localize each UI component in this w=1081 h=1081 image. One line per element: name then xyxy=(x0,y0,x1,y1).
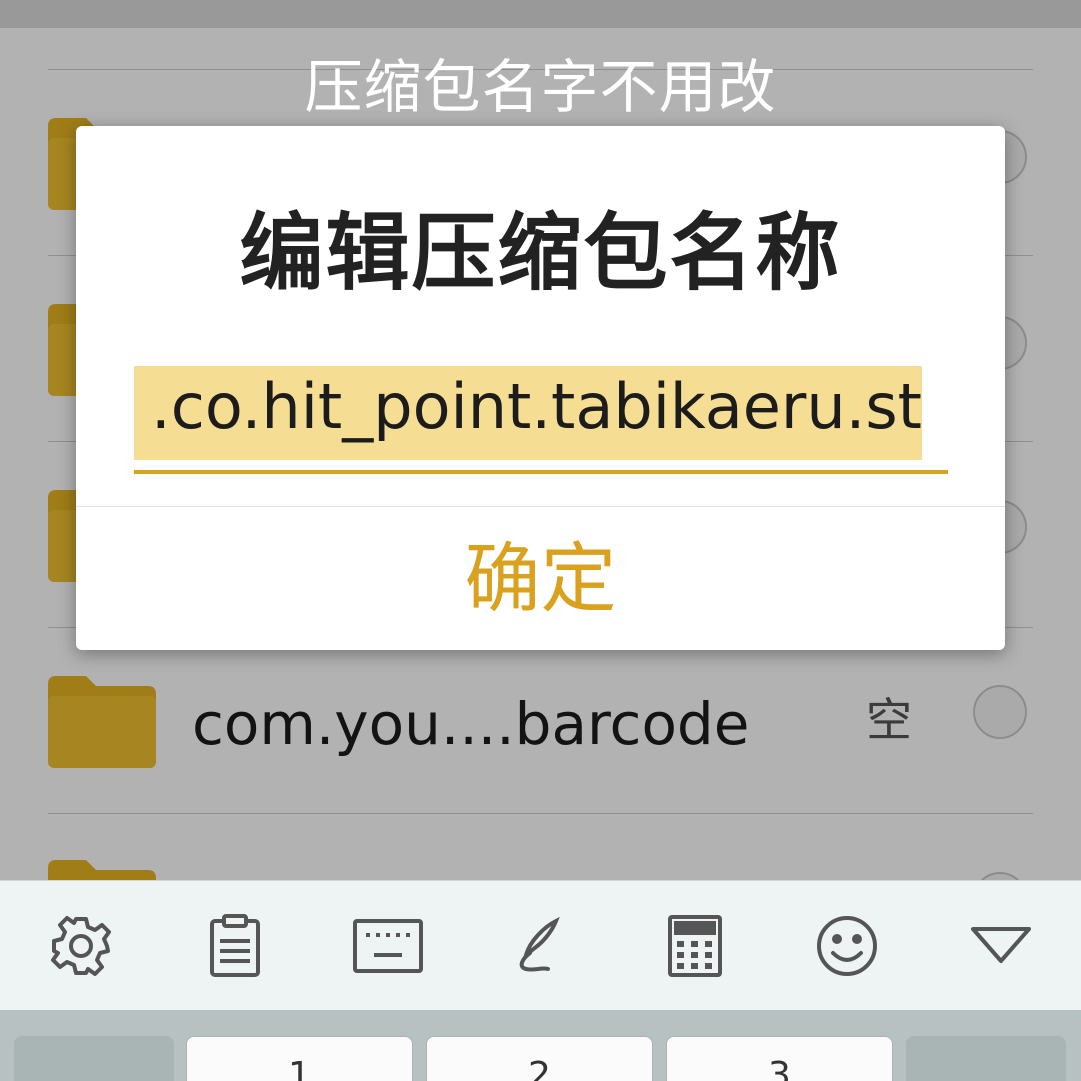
text-selection: .co.hit_point.tabikaeru.st xyxy=(134,366,922,460)
archive-name-input[interactable]: .co.hit_point.tabikaeru.st xyxy=(134,366,948,474)
archive-name-value: .co.hit_point.tabikaeru.st xyxy=(151,370,922,443)
calculator-icon[interactable] xyxy=(662,913,728,979)
keyboard-keys: 1 2 3 xyxy=(0,1010,1081,1081)
key-function[interactable] xyxy=(14,1036,174,1081)
rename-dialog: 编辑压缩包名称 .co.hit_point.tabikaeru.st 确定 xyxy=(76,126,1005,650)
handwriting-icon[interactable] xyxy=(508,913,574,979)
confirm-button[interactable]: 确定 xyxy=(76,507,1005,650)
emoji-icon[interactable] xyxy=(814,913,880,979)
key-2[interactable]: 2 xyxy=(426,1036,653,1081)
gear-icon[interactable] xyxy=(48,913,114,979)
clipboard-icon[interactable] xyxy=(202,913,268,979)
dialog-title: 编辑压缩包名称 xyxy=(239,204,842,302)
hint-text: 压缩包名字不用改 xyxy=(304,53,777,121)
collapse-keyboard-icon[interactable] xyxy=(968,913,1034,979)
keyboard-toolbar xyxy=(0,880,1081,1010)
key-1[interactable]: 1 xyxy=(186,1036,413,1081)
keyboard-icon[interactable] xyxy=(352,913,424,979)
key-3[interactable]: 3 xyxy=(666,1036,893,1081)
key-function[interactable] xyxy=(906,1036,1066,1081)
